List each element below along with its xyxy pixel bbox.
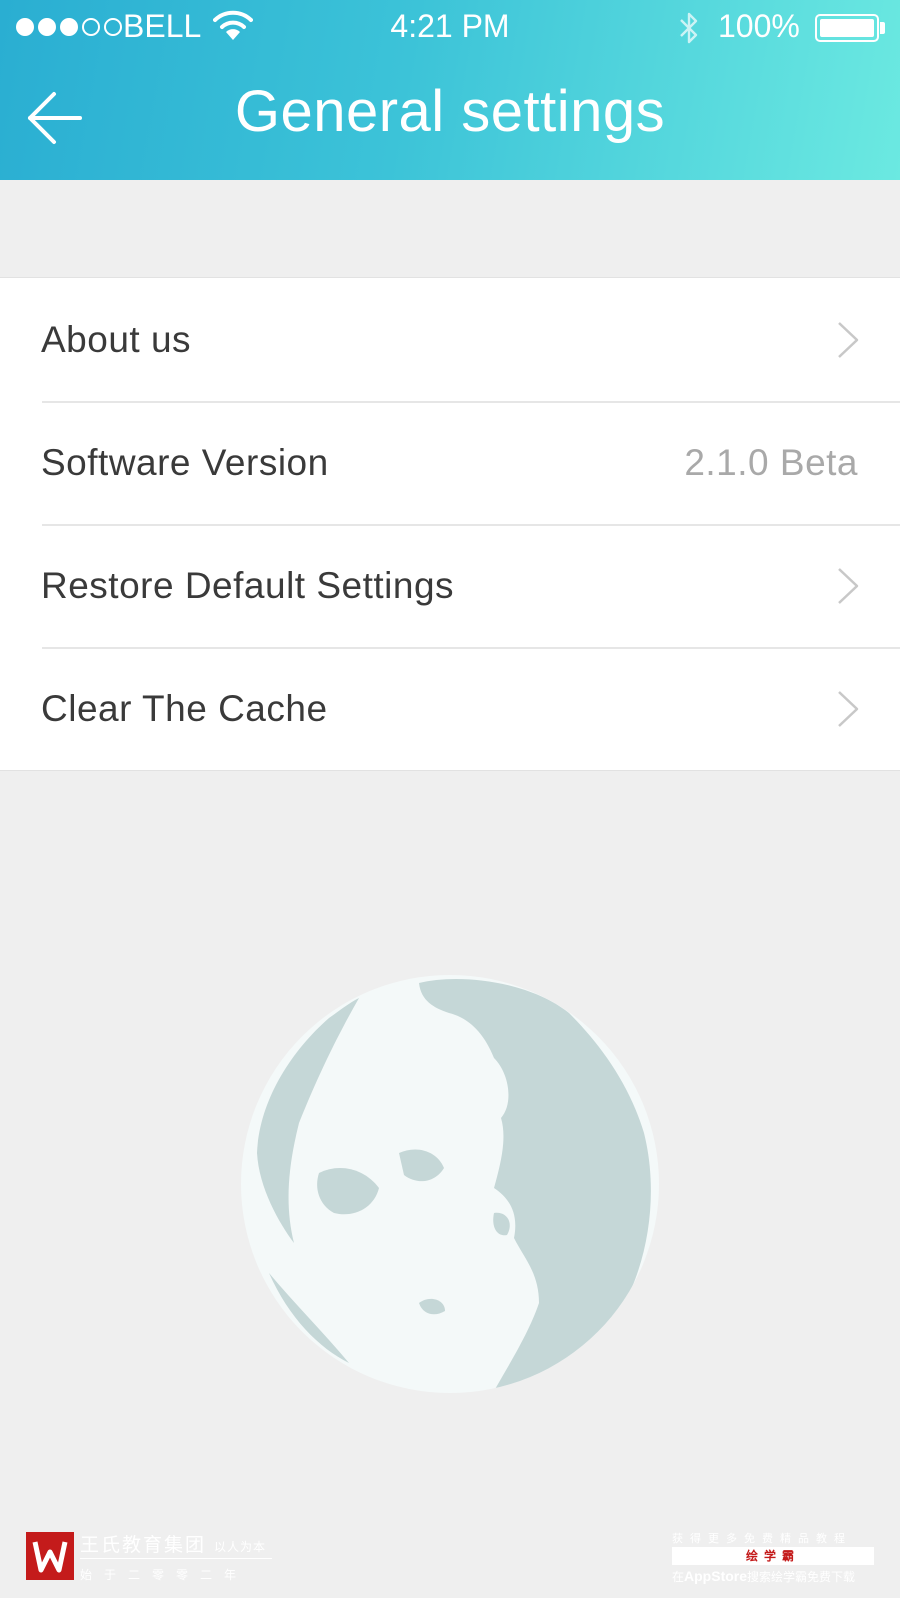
battery-icon <box>815 14 879 42</box>
chevron-right-icon <box>838 568 859 604</box>
watermark-left-tagline: 以人为本 <box>214 1540 267 1554</box>
watermark-right-store: AppStore <box>684 1568 748 1584</box>
watermark-right-top: 获得更多免费精品教程 <box>672 1532 852 1545</box>
watermark-divider <box>80 1558 272 1559</box>
settings-item-restore-defaults[interactable]: Restore Default Settings <box>0 524 900 647</box>
chevron-right-icon <box>838 691 859 727</box>
watermark-left-sub: 始于二零零二年 <box>80 1568 249 1582</box>
battery-percentage: 100% <box>718 8 800 44</box>
watermark-right-bottom-text: 搜索绘学霸免费下载 <box>747 1570 856 1584</box>
software-version-value: 2.1.0 Beta <box>684 442 858 483</box>
watermark-left-title-text: 王氏教育集团 <box>80 1534 207 1556</box>
settings-item-about-us[interactable]: About us <box>0 278 900 401</box>
watermark-left-title: 王氏教育集团 以人为本 <box>80 1530 266 1557</box>
settings-item-label: About us <box>41 319 192 360</box>
settings-item-label: Clear The Cache <box>41 688 328 729</box>
battery-tip <box>880 22 885 34</box>
watermark-right: 获得更多免费精品教程 绘学霸 在AppStore搜索绘学霸免费下载 <box>672 1530 878 1590</box>
settings-list: About us Software Version 2.1.0 Beta Res… <box>0 277 900 771</box>
settings-item-label: Software Version <box>41 442 329 483</box>
w-logo-icon <box>26 1532 74 1580</box>
watermark-right-bottom: 在AppStore搜索绘学霸免费下载 <box>672 1568 878 1585</box>
settings-item-software-version: Software Version 2.1.0 Beta <box>0 401 900 524</box>
chevron-right-icon <box>838 322 859 358</box>
bluetooth-icon <box>680 12 698 44</box>
watermark-right-prefix: 在 <box>672 1570 685 1584</box>
globe-icon <box>241 975 659 1393</box>
status-bar: BELL 4:21 PM 100% <box>0 0 900 56</box>
page-title: General settings <box>234 79 666 144</box>
app-header: BELL 4:21 PM 100% General settings <box>0 0 900 180</box>
settings-item-clear-cache[interactable]: Clear The Cache <box>0 647 900 770</box>
watermark-right-brand: 绘学霸 <box>672 1547 874 1565</box>
settings-item-label: Restore Default Settings <box>41 565 455 606</box>
watermark-logo-left: 王氏教育集团 以人为本 始于二零零二年 <box>26 1530 276 1586</box>
